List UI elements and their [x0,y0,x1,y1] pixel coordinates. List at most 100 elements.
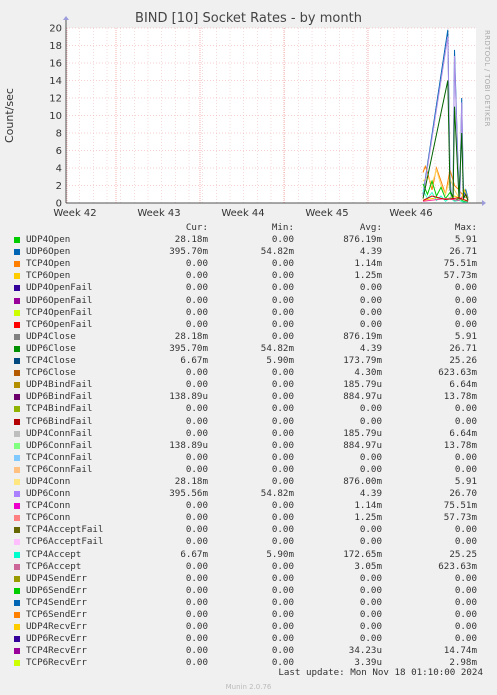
legend-min: 54.82m [260,488,294,500]
legend-row: TCP4Conn 0.00 0.00 1.14m 75.51m [12,500,492,512]
legend-row: TCP6Open 0.00 0.00 1.25m 57.73m [12,270,492,282]
legend-swatch [14,273,20,280]
legend-series-name: UDP4Close [26,330,76,342]
legend-rows: UDP4Open 28.18m 0.00 876.19m 5.91 UDP6Open 395… [12,234,492,669]
legend-min: 0.00 [271,645,294,657]
legend-row: TCP6Conn 0.00 0.00 1.25m 57.73m [12,512,492,524]
legend-row: TCP4BindFail 0.00 0.00 0.00 0.00 [12,403,492,415]
legend-avg: 0.00 [359,621,382,633]
legend-avg: 884.97u [343,391,382,403]
legend-series-name: TCP6Close [26,367,76,379]
legend-swatch [14,478,20,485]
legend-row: UDP4RecvErr 0.00 0.00 0.00 0.00 [12,621,492,633]
legend-header: Cur: Min: Avg: Max: [12,222,492,234]
legend-swatch [14,466,20,473]
legend-swatch [14,309,20,316]
legend-avg: 4.39 [359,246,382,258]
legend-row: UDP4BindFail 0.00 0.00 185.79u 6.64m [12,379,492,391]
legend-avg: 0.00 [359,584,382,596]
legend-row: TCP6OpenFail 0.00 0.00 0.00 0.00 [12,319,492,331]
legend-max: 0.00 [454,403,477,415]
legend-swatch [14,515,20,522]
legend-swatch [14,370,20,377]
legend-avg: 4.39 [359,488,382,500]
legend-avg: 0.00 [359,403,382,415]
legend-min: 0.00 [271,524,294,536]
legend-cur: 0.00 [185,536,208,548]
legend-cur: 0.00 [185,367,208,379]
legend-swatch [14,442,20,449]
legend-row: UDP6RecvErr 0.00 0.00 0.00 0.00 [12,633,492,645]
legend-avg: 0.00 [359,633,382,645]
legend-series-name: UDP4SendErr [26,572,87,584]
legend-cur: 0.00 [185,584,208,596]
legend-max: 0.00 [454,294,477,306]
legend-swatch [14,491,20,498]
legend-max: 0.00 [454,306,477,318]
legend-swatch [14,261,20,268]
legend-max: 5.91 [454,234,477,246]
legend-row: TCP6Close 0.00 0.00 4.30m 623.63m [12,367,492,379]
legend-min: 5.90m [266,548,294,560]
legend-min: 0.00 [271,633,294,645]
legend-swatch [14,237,20,244]
legend-swatch [14,539,20,546]
legend-series-name: TCP4BindFail [26,403,93,415]
legend-swatch [14,599,20,606]
legend-row: TCP4RecvErr 0.00 0.00 34.23u 14.74m [12,645,492,657]
legend-cur: 0.00 [185,379,208,391]
legend-cur: 0.00 [185,524,208,536]
legend-min: 0.00 [271,258,294,270]
x-tick-label: Week 43 [137,208,180,219]
legend-max: 0.00 [454,282,477,294]
legend-min: 0.00 [271,536,294,548]
legend-series-name: TCP6AcceptFail [26,536,104,548]
legend-max: 13.78m [443,391,477,403]
legend-max: 57.73m [443,270,477,282]
legend-max: 26.71 [449,342,477,354]
legend-max: 0.00 [454,318,477,330]
legend-avg: 0.00 [359,294,382,306]
legend-max: 6.64m [449,427,477,439]
y-tick-label: 10 [49,111,62,122]
legend-cur: 28.18m [174,475,208,487]
legend-series-name: TCP6Open [26,270,71,282]
legend-max: 75.51m [443,500,477,512]
legend-row: UDP4Open 28.18m 0.00 876.19m 5.91 [12,234,492,246]
legend-series-name: TCP4AcceptFail [26,524,104,536]
legend-min: 0.00 [271,451,294,463]
legend-min: 0.00 [271,415,294,427]
legend-max: 0.00 [454,584,477,596]
legend-cur: 395.56m [169,488,208,500]
legend-min: 0.00 [271,439,294,451]
legend-swatch [14,551,20,558]
legend-row: UDP6Open 395.70m 54.82m 4.39 26.71 [12,246,492,258]
legend-cur: 0.00 [185,282,208,294]
legend-min: 0.00 [271,621,294,633]
legend-min: 0.00 [271,294,294,306]
legend-avg: 172.65m [343,548,382,560]
legend-avg: 884.97u [343,439,382,451]
y-tick-label: 8 [56,129,62,140]
legend-series-name: UDP6ConnFail [26,439,93,451]
legend-cur: 0.00 [185,451,208,463]
legend-cur: 0.00 [185,596,208,608]
x-axis-arrow [482,200,486,206]
legend-swatch [14,503,20,510]
legend-row: TCP4SendErr 0.00 0.00 0.00 0.00 [12,597,492,609]
legend-avg: 876.00m [343,475,382,487]
y-tick-label: 6 [56,146,62,157]
legend-avg: 4.39 [359,342,382,354]
legend-row: UDP6Close 395.70m 54.82m 4.39 26.71 [12,343,492,355]
legend-max: 26.71 [449,246,477,258]
legend-cur: 0.00 [185,512,208,524]
legend-row: TCP6ConnFail 0.00 0.00 0.00 0.00 [12,464,492,476]
legend-swatch [14,394,20,401]
legend-avg: 1.14m [354,258,382,270]
legend-series-name: UDP6Conn [26,488,71,500]
legend-avg: 876.19m [343,234,382,246]
legend-cur: 0.00 [185,258,208,270]
legend-row: UDP6Conn 395.56m 54.82m 4.39 26.70 [12,488,492,500]
legend-series-name: TCP6SendErr [26,609,87,620]
legend-avg: 4.30m [354,367,382,379]
